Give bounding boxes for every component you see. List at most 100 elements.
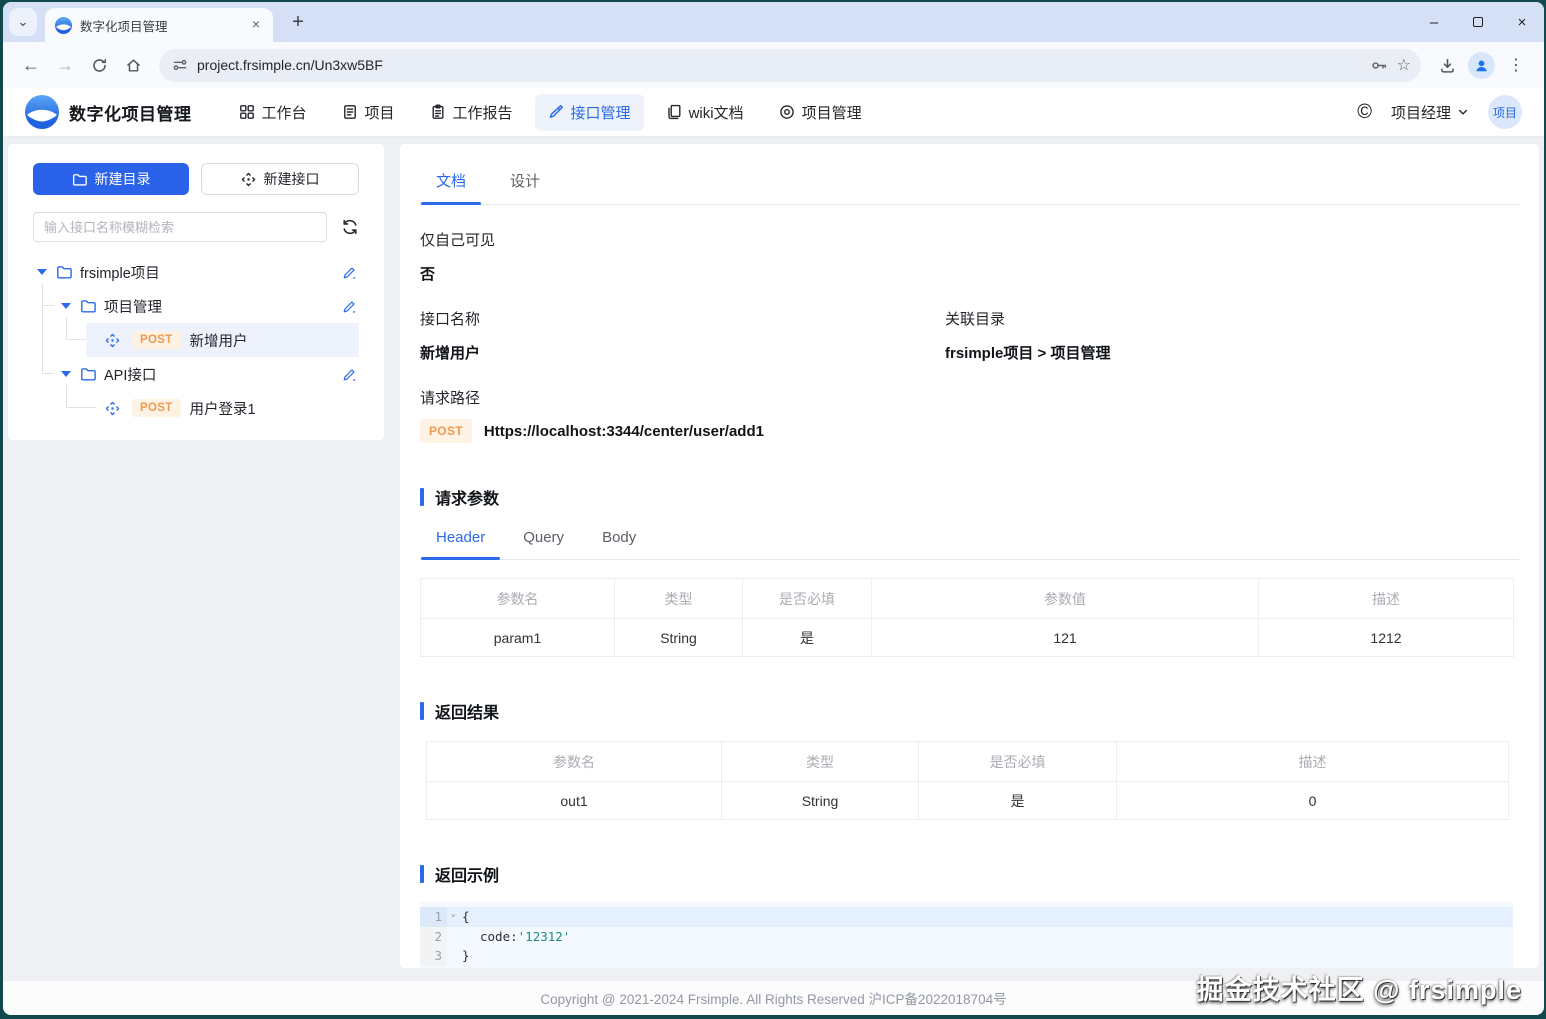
password-key-icon[interactable] [1371,57,1388,74]
url-text[interactable]: project.frsimple.cn/Un3xw5BF [197,57,1362,73]
chevron-down-icon: ⌄ [18,14,29,30]
code-string: '12312' [518,929,571,944]
tree-node-api-user-login[interactable]: POST 用户登录1 [33,391,359,425]
tab-close-icon[interactable]: × [247,16,265,34]
folder-icon [80,298,96,314]
refresh-icon[interactable] [341,218,359,236]
tree-node-project-mgmt[interactable]: 项目管理 [33,289,359,323]
browser-tab[interactable]: 数字化项目管理 × [45,8,273,42]
api-detail-panel: 文档 设计 仅自己可见 否 接口名称 新增用户 关联目录 frsimple项目 … [400,144,1539,968]
tree-node-label: 新增用户 [190,330,248,351]
api-name-label: 接口名称 [420,308,945,329]
forward-button[interactable]: → [49,49,81,81]
role-label: 项目经理 [1391,102,1451,123]
code-text: code:'12312' [447,927,570,947]
column-header: 参数值 [872,579,1259,619]
cell-param-name: param1 [421,619,615,657]
document-icon [342,104,358,120]
related-dir-value: frsimple项目 > 项目管理 [945,342,1519,363]
reload-icon [91,57,108,74]
main-nav: 工作台 项目 工作报告 接口管理 wiki文档 项目管理 [226,94,875,131]
new-directory-label: 新建目录 [95,169,151,189]
edit-pencil-icon[interactable] [342,299,357,314]
section-accent-bar [420,865,424,883]
move-crosshair-icon [241,172,256,187]
tree-node-project[interactable]: frsimple项目 [33,255,359,289]
site-favicon [55,17,72,34]
tab-document[interactable]: 文档 [436,170,466,204]
request-params-title: 请求参数 [435,485,499,509]
nav-api-management[interactable]: 接口管理 [535,94,644,131]
column-header: 是否必填 [743,579,872,619]
cell-type: String [722,782,919,820]
tree-node-api-folder[interactable]: API接口 [33,357,359,391]
user-avatar-badge[interactable]: 项目 [1488,95,1522,129]
tree-node-label: 用户登录1 [190,398,256,419]
caret-down-icon[interactable] [61,371,71,377]
tab-design[interactable]: 设计 [510,170,540,204]
response-result-table: 参数名 类型 是否必填 描述 out1 String 是 0 [426,741,1509,820]
nav-label: 项目管理 [802,102,862,123]
new-api-button[interactable]: 新建接口 [201,163,359,195]
cell-param-name: out1 [427,782,722,820]
column-header: 是否必填 [919,742,1117,782]
edit-pencil-icon[interactable] [342,265,357,280]
api-name-value: 新增用户 [420,342,945,363]
maximize-button[interactable] [1456,2,1500,42]
caret-down-icon[interactable] [61,303,71,309]
response-result-section-head: 返回结果 [420,699,1519,723]
tab-search-button[interactable]: ⌄ [9,8,37,36]
api-endpoint-icon [105,333,120,348]
caret-down-icon[interactable] [37,269,47,275]
nav-wiki-docs[interactable]: wiki文档 [653,94,757,131]
nav-work-report[interactable]: 工作报告 [417,94,526,131]
minimize-button[interactable]: – [1412,2,1456,42]
table-row: out1 String 是 0 [427,782,1509,820]
tab-query[interactable]: Query [523,529,564,559]
home-button[interactable] [117,49,149,81]
visibility-label: 仅自己可见 [420,229,1519,250]
response-example-title: 返回示例 [435,862,499,886]
nav-project-management[interactable]: 项目管理 [766,94,875,131]
role-dropdown[interactable]: 项目经理 [1391,102,1469,123]
fold-caret-icon[interactable]: ⌄ [451,905,456,925]
browser-tab-strip: ⌄ 数字化项目管理 × + – × [3,2,1544,42]
nav-projects[interactable]: 项目 [329,94,408,131]
column-header: 参数名 [427,742,722,782]
table-row: param1 String 是 121 1212 [421,619,1514,657]
new-tab-button[interactable]: + [285,11,311,34]
tree-node-label: frsimple项目 [80,262,160,283]
copyright-icon[interactable]: © [1357,101,1372,124]
edit-pencil-icon[interactable] [342,367,357,382]
browser-menu-button[interactable]: ⋮ [1500,49,1532,81]
browser-toolbar: ← → project.frsimple.cn/Un3xw5BF ☆ ⋮ [3,42,1544,88]
nav-label: 工作台 [262,102,307,123]
chevron-down-icon [1457,106,1469,118]
column-header: 描述 [1117,742,1509,782]
code-line: 2 code:'12312' [420,927,1513,947]
close-window-button[interactable]: × [1500,2,1544,42]
url-bar[interactable]: project.frsimple.cn/Un3xw5BF ☆ [159,49,1421,82]
back-button[interactable]: ← [15,49,47,81]
profile-avatar[interactable] [1468,52,1495,79]
column-header: 类型 [615,579,743,619]
tree-node-api-add-user[interactable]: POST 新增用户 [86,323,359,357]
api-tree: frsimple项目 项目管理 [33,255,359,425]
pages-icon [666,104,682,120]
nav-label: 接口管理 [571,102,631,123]
table-header-row: 参数名 类型 是否必填 描述 [427,742,1509,782]
new-directory-button[interactable]: 新建目录 [33,163,189,195]
request-url: Https://localhost:3344/center/user/add1 [484,423,764,440]
response-result-title: 返回结果 [435,699,499,723]
site-settings-icon[interactable] [172,57,188,73]
tab-header[interactable]: Header [436,529,485,559]
nav-workbench[interactable]: 工作台 [226,94,320,131]
response-example-code[interactable]: 1⌄ { 2 code:'12312' 3 } [420,902,1513,968]
section-accent-bar [420,488,424,506]
bookmark-star-icon[interactable]: ☆ [1397,55,1411,75]
tab-body[interactable]: Body [602,529,636,559]
downloads-button[interactable] [1431,49,1463,81]
community-watermark: 掘金技术社区 @ frsimple [1197,968,1522,1007]
api-search-input[interactable] [33,212,327,242]
reload-button[interactable] [83,49,115,81]
